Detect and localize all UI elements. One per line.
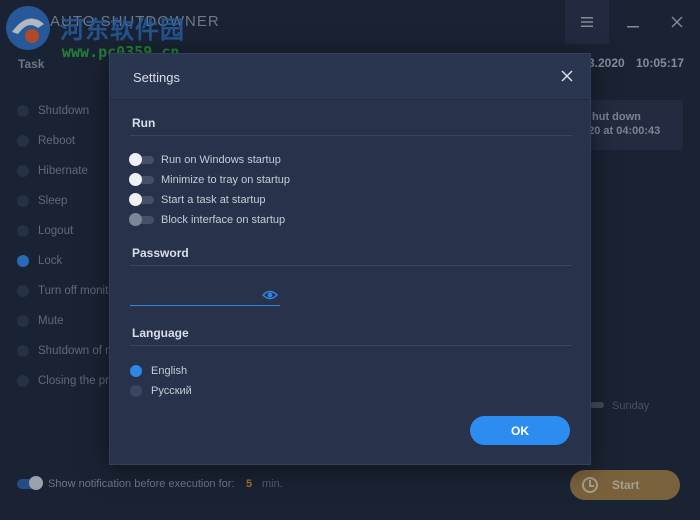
password-input[interactable]: [130, 288, 260, 304]
password-section-title: Password: [132, 246, 189, 260]
option-block-interface[interactable]: Block interface on startup: [129, 212, 285, 228]
toggle-switch[interactable]: [129, 193, 154, 206]
toggle-switch[interactable]: [129, 213, 154, 226]
divider: [130, 135, 572, 136]
run-section-title: Run: [132, 116, 156, 130]
radio-icon: [130, 385, 142, 397]
option-run-on-startup[interactable]: Run on Windows startup: [129, 152, 281, 168]
dialog-header: Settings: [110, 54, 590, 100]
language-section-title: Language: [132, 326, 189, 340]
toggle-switch[interactable]: [129, 173, 154, 186]
radio-selected-icon: [130, 365, 142, 377]
divider: [130, 265, 572, 266]
divider: [130, 345, 572, 346]
settings-dialog: Settings Run Run on Windows startup Mini…: [110, 54, 590, 464]
option-start-task[interactable]: Start a task at startup: [129, 192, 266, 208]
ok-button[interactable]: OK: [470, 416, 570, 445]
language-option-russian[interactable]: Русский: [130, 383, 192, 399]
option-minimize-to-tray[interactable]: Minimize to tray on startup: [129, 172, 290, 188]
dialog-title: Settings: [133, 70, 180, 85]
toggle-switch[interactable]: [129, 153, 154, 166]
password-field[interactable]: [130, 288, 280, 306]
language-option-english[interactable]: English: [130, 363, 187, 379]
close-icon[interactable]: [559, 68, 575, 84]
eye-icon[interactable]: [262, 289, 278, 301]
